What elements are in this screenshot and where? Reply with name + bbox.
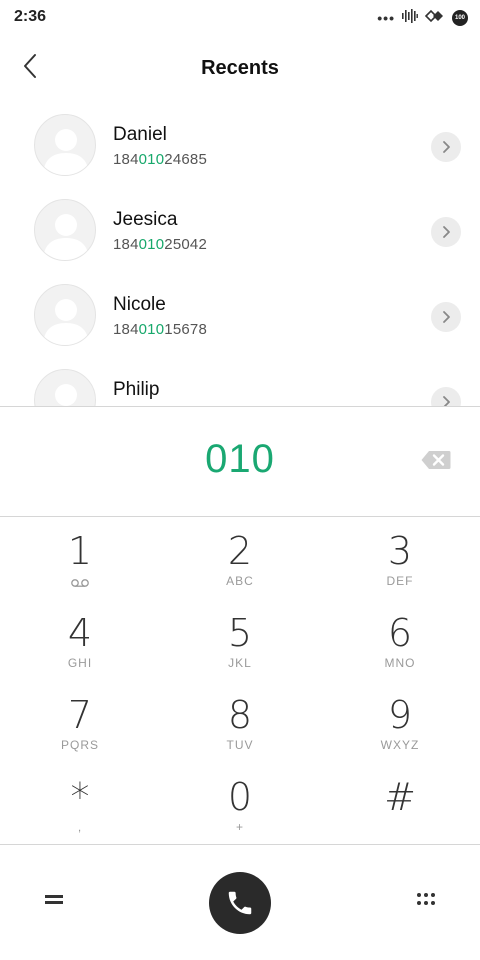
avatar [34, 114, 96, 176]
contact-name: Philip [113, 379, 160, 400]
call-button[interactable] [209, 872, 271, 934]
key-0[interactable]: 0 + [160, 763, 320, 845]
key-digit: # [384, 775, 416, 819]
key-letters: ABC [226, 574, 254, 588]
more-dots-icon: ••• [377, 10, 395, 26]
key-digit: 9 [387, 693, 413, 737]
menu-button[interactable] [36, 885, 72, 913]
menu-equals-icon [45, 895, 63, 904]
number-match: 010 [138, 236, 165, 253]
key-digit: 3 [387, 529, 413, 573]
backspace-button[interactable] [420, 448, 452, 472]
avatar [34, 199, 96, 261]
chevron-right-icon [443, 226, 450, 238]
key-9[interactable]: 9 WXYZ [320, 681, 480, 763]
key-4[interactable]: 4 GHI [0, 599, 160, 681]
key-digit: 1 [67, 529, 93, 573]
vibrate-signal-icon [402, 8, 418, 28]
wifi-signal-icon [424, 9, 445, 28]
key-1[interactable]: 1 [0, 517, 160, 599]
person-placeholder-icon [55, 384, 77, 406]
key-5[interactable]: 5 JKL [160, 599, 320, 681]
key-digit: 7 [67, 693, 93, 737]
dialed-number: 010 [205, 437, 275, 481]
contact-detail-button[interactable] [431, 387, 461, 406]
page-title: Recents [201, 57, 279, 79]
divider [0, 844, 480, 845]
backspace-icon [421, 451, 451, 469]
divider [0, 406, 480, 407]
key-star[interactable]: * , [0, 763, 160, 845]
contact-name: Daniel [113, 124, 167, 145]
key-digit: 4 [67, 611, 93, 655]
key-letters: + [235, 820, 244, 834]
number-suffix: 15678 [164, 321, 207, 338]
number-prefix: 184 [113, 321, 139, 338]
key-2[interactable]: 2 ABC [160, 517, 320, 599]
key-letters: TUV [226, 738, 254, 752]
header: Recents [0, 40, 480, 96]
list-item[interactable]: Nicole 18401015678 [0, 270, 480, 355]
number-match: 010 [138, 321, 165, 338]
key-letters: JKL [228, 656, 252, 670]
chevron-right-icon [443, 396, 450, 406]
contact-detail-button[interactable] [431, 217, 461, 247]
number-suffix: 25042 [164, 236, 207, 253]
key-digit: 5 [227, 611, 253, 655]
key-7[interactable]: 7 PQRS [0, 681, 160, 763]
key-digit: 6 [387, 611, 413, 655]
number-prefix: 184 [113, 151, 139, 168]
person-placeholder-icon [43, 214, 89, 260]
status-bar: 2:36 ••• 100 [0, 0, 480, 36]
person-placeholder-icon [43, 129, 89, 175]
contact-number: 18401025042 [113, 236, 207, 253]
list-item[interactable]: Philip [0, 355, 480, 406]
dialpad-grid-icon [417, 893, 435, 905]
voicemail-icon [70, 575, 90, 593]
contact-detail-button[interactable] [431, 302, 461, 332]
chevron-right-icon [443, 311, 450, 323]
list-item[interactable]: Daniel 18401024685 [0, 100, 480, 185]
status-icons: ••• 100 [377, 8, 468, 28]
key-digit: * [70, 775, 90, 819]
avatar [34, 369, 96, 406]
key-3[interactable]: 3 DEF [320, 517, 480, 599]
key-letters: , [77, 820, 83, 834]
contact-number: 18401024685 [113, 151, 207, 168]
key-letters: GHI [67, 656, 93, 670]
battery-icon: 100 [452, 10, 468, 26]
avatar [34, 284, 96, 346]
contact-number: 18401015678 [113, 321, 207, 338]
contact-name: Jeesica [113, 209, 178, 230]
key-letters: MNO [384, 656, 416, 670]
dialpad-toggle-button[interactable] [408, 885, 444, 913]
list-item[interactable]: Jeesica 18401025042 [0, 185, 480, 270]
number-prefix: 184 [113, 236, 139, 253]
chevron-right-icon [443, 141, 450, 153]
key-letters: PQRS [60, 738, 99, 752]
key-letters: WXYZ [380, 738, 420, 752]
key-digit: 0 [227, 775, 253, 819]
key-letters: DEF [386, 574, 414, 588]
dialpad: 1 2 ABC 3 DEF 4 GHI 5 JKL 6 MNO 7 PQRS 8… [0, 517, 480, 844]
contact-detail-button[interactable] [431, 132, 461, 162]
key-digit: 8 [227, 693, 253, 737]
person-placeholder-icon [43, 299, 89, 345]
status-time: 2:36 [14, 8, 47, 25]
contact-name: Nicole [113, 294, 166, 315]
key-hash[interactable]: # [320, 763, 480, 845]
phone-call-icon [228, 891, 252, 915]
recents-list[interactable]: Daniel 18401024685 Jeesica 18401025042 N… [0, 100, 480, 406]
key-6[interactable]: 6 MNO [320, 599, 480, 681]
number-match: 010 [138, 151, 165, 168]
number-suffix: 24685 [164, 151, 207, 168]
key-digit: 2 [227, 529, 253, 573]
key-8[interactable]: 8 TUV [160, 681, 320, 763]
